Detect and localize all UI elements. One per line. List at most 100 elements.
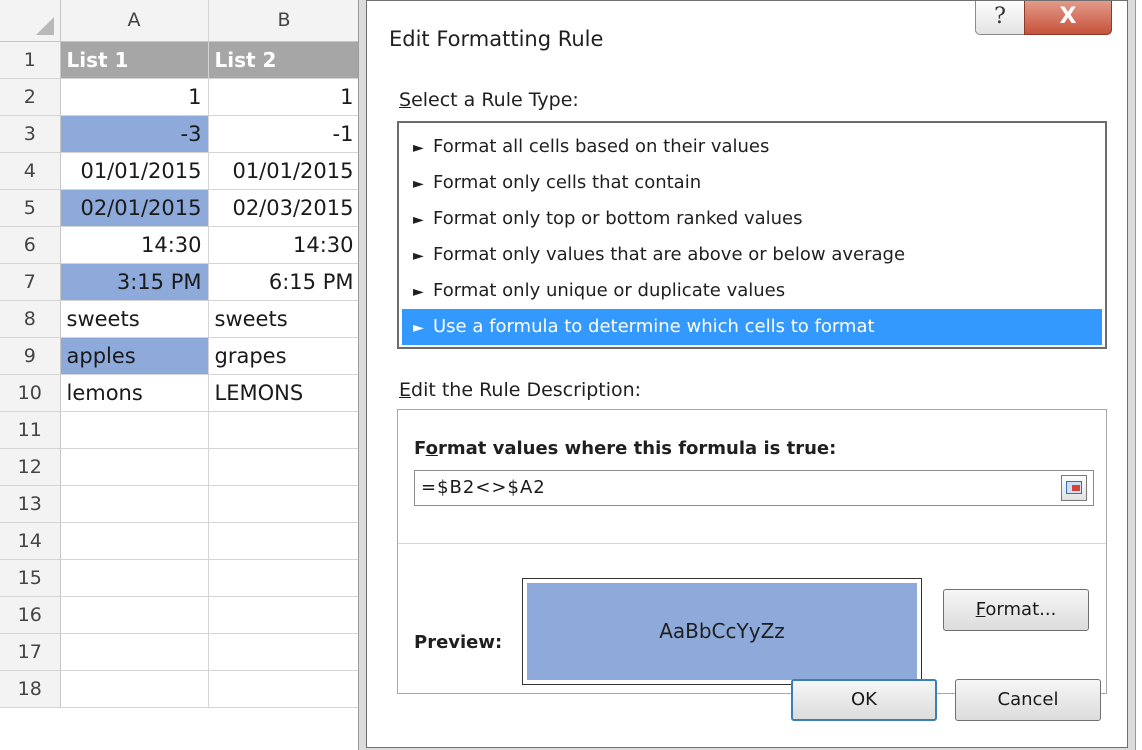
sheet-row: 1 List 1 List 2 xyxy=(0,41,361,79)
rule-type-label-text: Format only values that are above or bel… xyxy=(433,244,906,265)
row-header[interactable]: 7 xyxy=(0,263,61,301)
cell-b9[interactable]: grapes xyxy=(208,337,361,375)
cell-a8[interactable]: sweets xyxy=(60,300,209,338)
cell-b6[interactable]: 14:30 xyxy=(208,226,361,264)
cell-b12[interactable] xyxy=(208,448,361,486)
cell-a13[interactable] xyxy=(60,485,209,523)
row-header[interactable]: 14 xyxy=(0,522,61,560)
cell-b8[interactable]: sweets xyxy=(208,300,361,338)
rule-arrow-icon: ► xyxy=(413,140,424,156)
dialog-titlebar[interactable]: Edit Formatting Rule ? X xyxy=(367,1,1127,69)
cell-b7[interactable]: 6:15 PM xyxy=(208,263,361,301)
cell-b4[interactable]: 01/01/2015 xyxy=(208,152,361,190)
cell-b18[interactable] xyxy=(208,670,361,708)
row-header[interactable]: 15 xyxy=(0,559,61,597)
cell-a7[interactable]: 3:15 PM xyxy=(60,263,209,301)
ok-button[interactable]: OK xyxy=(791,679,937,721)
row-header[interactable]: 10 xyxy=(0,374,61,412)
cell-a16[interactable] xyxy=(60,596,209,634)
row-header[interactable]: 17 xyxy=(0,633,61,671)
rule-type-item[interactable]: ► Use a formula to determine which cells … xyxy=(402,309,1102,345)
collapse-dialog-button[interactable] xyxy=(1061,475,1087,501)
cell-a10[interactable]: lemons xyxy=(60,374,209,412)
rule-type-label-text: elect a Rule Type: xyxy=(411,89,579,111)
cell-a9[interactable]: apples xyxy=(60,337,209,375)
rule-description-label: Edit the Rule Description: xyxy=(399,379,641,401)
sheet-row: 4 01/01/2015 01/01/2015 xyxy=(0,152,361,190)
rule-type-item[interactable]: ► Format all cells based on their values xyxy=(399,129,1105,165)
row-header[interactable]: 11 xyxy=(0,411,61,449)
format-button-label: ormat... xyxy=(985,599,1057,620)
row-header[interactable]: 12 xyxy=(0,448,61,486)
formula-label-text: rmat values where this formula is true: xyxy=(437,438,837,459)
close-button[interactable]: X xyxy=(1024,1,1112,35)
row-header[interactable]: 18 xyxy=(0,670,61,708)
row-header[interactable]: 9 xyxy=(0,337,61,375)
row-header[interactable]: 8 xyxy=(0,300,61,338)
cell-a11[interactable] xyxy=(60,411,209,449)
sheet-row: 8 sweets sweets xyxy=(0,300,361,338)
row-header[interactable]: 13 xyxy=(0,485,61,523)
rule-type-item[interactable]: ► Format only unique or duplicate values xyxy=(399,273,1105,309)
cancel-button[interactable]: Cancel xyxy=(955,679,1101,721)
description-divider xyxy=(398,543,1106,544)
row-header[interactable]: 16 xyxy=(0,596,61,634)
column-header-a[interactable]: A xyxy=(60,0,209,42)
cell-b15[interactable] xyxy=(208,559,361,597)
dialog-title: Edit Formatting Rule xyxy=(389,27,604,51)
cell-a12[interactable] xyxy=(60,448,209,486)
cell-a2[interactable]: 1 xyxy=(60,78,209,116)
help-button[interactable]: ? xyxy=(975,1,1025,35)
column-header-b[interactable]: B xyxy=(208,0,361,42)
cell-a15[interactable] xyxy=(60,559,209,597)
cell-b10[interactable]: LEMONS xyxy=(208,374,361,412)
row-header[interactable]: 5 xyxy=(0,189,61,227)
format-button[interactable]: Format... xyxy=(943,589,1089,631)
preview-text: AaBbCcYyZz xyxy=(659,619,785,643)
formula-label-accesskey: o xyxy=(425,438,438,459)
cell-b16[interactable] xyxy=(208,596,361,634)
rule-arrow-icon: ► xyxy=(413,320,424,336)
row-header[interactable]: 6 xyxy=(0,226,61,264)
row-header[interactable]: 3 xyxy=(0,115,61,153)
rule-type-label-text: Format only cells that contain xyxy=(433,172,702,193)
cell-a17[interactable] xyxy=(60,633,209,671)
rule-type-item[interactable]: ► Format only values that are above or be… xyxy=(399,237,1105,273)
row-header[interactable]: 2 xyxy=(0,78,61,116)
cell-b11[interactable] xyxy=(208,411,361,449)
cell-b17[interactable] xyxy=(208,633,361,671)
sheet-row: 15 xyxy=(0,559,361,597)
cell-b14[interactable] xyxy=(208,522,361,560)
cell-b3[interactable]: -1 xyxy=(208,115,361,153)
cell-a1[interactable]: List 1 xyxy=(60,41,209,79)
rule-description-panel: Format values where this formula is true… xyxy=(397,409,1107,694)
cell-b1[interactable]: List 2 xyxy=(208,41,361,79)
cell-b2[interactable]: 1 xyxy=(208,78,361,116)
row-header[interactable]: 1 xyxy=(0,41,61,79)
cell-a5[interactable]: 02/01/2015 xyxy=(60,189,209,227)
select-all-corner[interactable] xyxy=(0,0,61,42)
rule-type-item[interactable]: ► Format only cells that contain xyxy=(399,165,1105,201)
formula-input[interactable]: =$B2<>$A2 xyxy=(414,470,1094,506)
cell-a6[interactable]: 14:30 xyxy=(60,226,209,264)
select-all-triangle-icon xyxy=(35,16,54,35)
rule-type-item[interactable]: ► Format only top or bottom ranked values xyxy=(399,201,1105,237)
preview-frame: AaBbCcYyZz xyxy=(522,578,922,685)
preview-swatch: AaBbCcYyZz xyxy=(527,583,917,680)
row-header[interactable]: 4 xyxy=(0,152,61,190)
cell-b5[interactable]: 02/03/2015 xyxy=(208,189,361,227)
format-button-accesskey: F xyxy=(975,599,986,620)
sheet-row: 3 -3 -1 xyxy=(0,115,361,153)
cell-a18[interactable] xyxy=(60,670,209,708)
preview-label: Preview: xyxy=(414,632,503,653)
range-select-icon xyxy=(1066,481,1082,494)
rule-arrow-icon: ► xyxy=(413,212,424,228)
cell-a4[interactable]: 01/01/2015 xyxy=(60,152,209,190)
cell-a3[interactable]: -3 xyxy=(60,115,209,153)
sheet-row: 17 xyxy=(0,633,361,671)
cell-b13[interactable] xyxy=(208,485,361,523)
rule-type-list[interactable]: ► Format all cells based on their values ►… xyxy=(397,121,1107,349)
rule-arrow-icon: ► xyxy=(413,284,424,300)
sheet-row: 10 lemons LEMONS xyxy=(0,374,361,412)
cell-a14[interactable] xyxy=(60,522,209,560)
